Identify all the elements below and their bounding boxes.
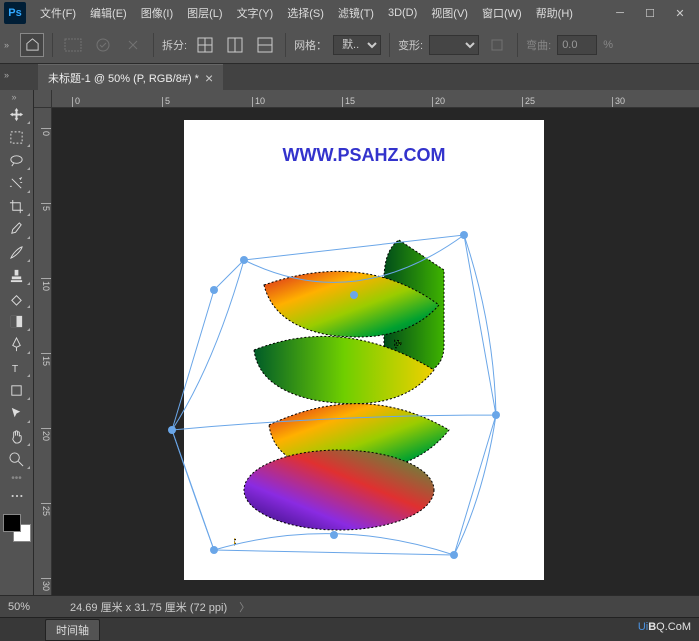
svg-text:T: T [12, 364, 19, 375]
path-select-tool[interactable] [3, 402, 31, 424]
workspace: » T ••• 0 5 10 15 20 25 30 [0, 90, 699, 595]
svg-text:P: P [394, 339, 401, 352]
zoom-tool[interactable] [3, 448, 31, 470]
brush-tool[interactable] [3, 241, 31, 263]
app-logo: Ps [4, 2, 26, 24]
hand-tool[interactable] [3, 425, 31, 447]
gradient-tool[interactable] [3, 310, 31, 332]
vertical-ruler[interactable]: 0 5 10 15 20 25 30 [34, 108, 52, 595]
status-bar: 50% 24.69 厘米 x 31.75 厘米 (72 ppi) 〉 [0, 595, 699, 617]
artwork-3d-ps: P S [234, 230, 494, 550]
toolbar-expand-icon[interactable]: » [12, 92, 22, 102]
warp-select[interactable] [429, 35, 479, 55]
move-tool[interactable] [3, 103, 31, 125]
document-canvas[interactable]: WWW.PSAHZ.COM [184, 120, 544, 580]
edit-toolbar[interactable] [3, 485, 31, 507]
color-swatches[interactable] [3, 514, 31, 542]
expand-icon[interactable]: » [4, 40, 14, 50]
menubar: Ps 文件(F) 编辑(E) 图像(I) 图层(L) 文字(Y) 选择(S) 滤… [0, 0, 699, 26]
menu-window[interactable]: 窗口(W) [476, 2, 528, 24]
timeline-tab[interactable]: 时间轴 [45, 619, 100, 641]
window-controls: ─ ☐ ✕ [605, 2, 695, 24]
zoom-level[interactable]: 50% [8, 601, 58, 613]
pen-tool[interactable] [3, 333, 31, 355]
horizontal-ruler[interactable]: 0 5 10 15 20 25 30 [52, 90, 699, 108]
menu-help[interactable]: 帮助(H) [530, 2, 579, 24]
minimize-button[interactable]: ─ [605, 2, 635, 24]
home-icon[interactable] [20, 33, 44, 57]
bend-unit: % [603, 39, 613, 51]
menu-filter[interactable]: 滤镜(T) [332, 2, 380, 24]
grid-3x3-icon[interactable] [193, 33, 217, 57]
canvas-area[interactable]: 0 5 10 15 20 25 30 0 5 10 15 20 25 30 WW… [34, 90, 699, 595]
split-label: 拆分: [162, 37, 187, 53]
crop-tool[interactable] [3, 195, 31, 217]
lasso-tool[interactable] [3, 149, 31, 171]
status-chevron-icon[interactable]: 〉 [239, 599, 250, 615]
bend-label: 弯曲: [526, 37, 551, 53]
bend-input[interactable] [557, 35, 597, 55]
cancel-transform-icon[interactable] [91, 33, 115, 57]
grid-label: 网格： [294, 37, 327, 53]
menu-type[interactable]: 文字(Y) [231, 2, 280, 24]
menu-select[interactable]: 选择(S) [281, 2, 330, 24]
warp-direction-icon[interactable] [485, 33, 509, 57]
document-tab-title: 未标题-1 @ 50% (P, RGB/8#) * [48, 70, 199, 86]
warp-label: 变形: [398, 37, 423, 53]
menu-3d[interactable]: 3D(D) [382, 4, 423, 22]
menu-file[interactable]: 文件(F) [34, 2, 82, 24]
bottom-panel: 时间轴 [0, 617, 699, 641]
type-tool[interactable]: T [3, 356, 31, 378]
options-bar: » 拆分: 网格： 默.. 变形: 弯曲: % [0, 26, 699, 64]
document-dimensions: 24.69 厘米 x 31.75 厘米 (72 ppi) [70, 599, 227, 615]
toolbar-more[interactable]: ••• [11, 473, 22, 484]
close-button[interactable]: ✕ [665, 2, 695, 24]
foreground-color[interactable] [3, 514, 21, 532]
document-tab[interactable]: 未标题-1 @ 50% (P, RGB/8#) * × [38, 64, 223, 90]
marquee-tool[interactable] [3, 126, 31, 148]
ruler-origin[interactable] [34, 90, 52, 108]
menu-view[interactable]: 视图(V) [425, 2, 474, 24]
eraser-tool[interactable] [3, 287, 31, 309]
svg-text:S: S [234, 536, 236, 549]
canvas-watermark-text: WWW.PSAHZ.COM [283, 145, 446, 166]
menu-image[interactable]: 图像(I) [135, 2, 179, 24]
shape-tool[interactable] [3, 379, 31, 401]
close-tab-icon[interactable]: × [205, 71, 213, 85]
grid-select[interactable]: 默.. [333, 35, 381, 55]
maximize-button[interactable]: ☐ [635, 2, 665, 24]
stamp-tool[interactable] [3, 264, 31, 286]
magic-wand-tool[interactable] [3, 172, 31, 194]
grid-cols-icon[interactable] [223, 33, 247, 57]
panel-expand-icon[interactable]: » [4, 70, 14, 80]
site-watermark: UiBQ.CoM [638, 617, 691, 635]
commit-transform-icon[interactable] [121, 33, 145, 57]
menu-layer[interactable]: 图层(L) [181, 2, 228, 24]
document-tab-bar: » 未标题-1 @ 50% (P, RGB/8#) * × [0, 64, 699, 90]
eyedropper-tool[interactable] [3, 218, 31, 240]
menu-edit[interactable]: 编辑(E) [84, 2, 133, 24]
grid-rows-icon[interactable] [253, 33, 277, 57]
toolbar: » T ••• [0, 90, 34, 595]
transform-mode-icon[interactable] [61, 33, 85, 57]
